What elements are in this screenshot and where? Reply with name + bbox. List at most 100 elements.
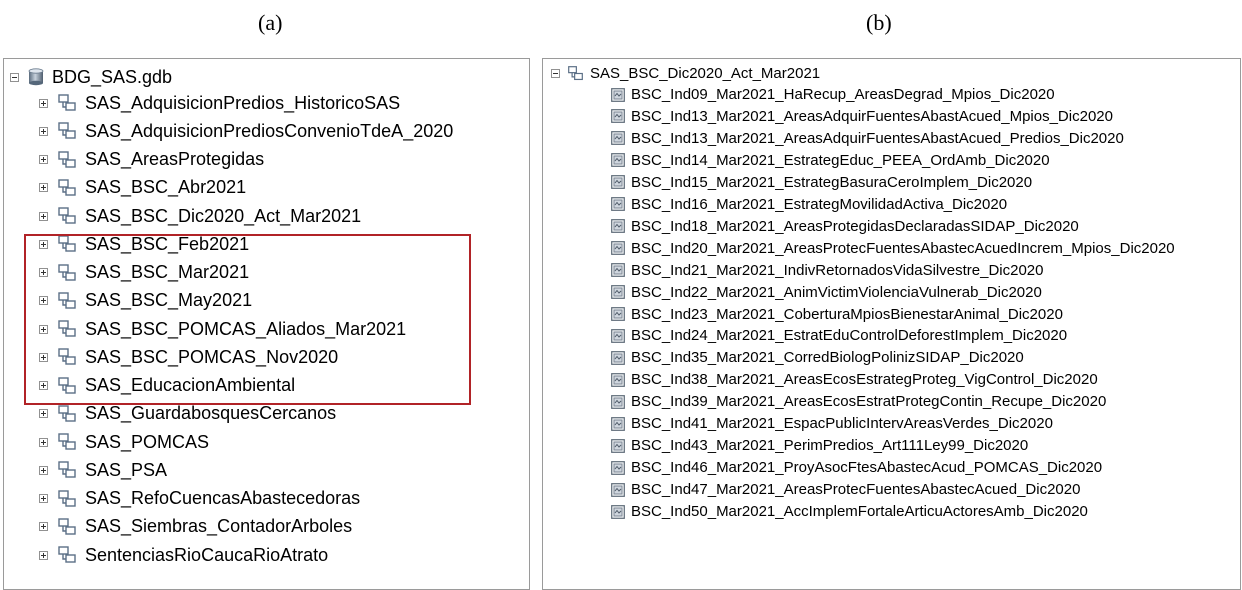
tree-item-dataset[interactable]: SAS_AdquisicionPrediosConvenioTdeA_2020 (39, 118, 453, 144)
expand-icon[interactable] (39, 465, 48, 475)
feature-class-icon (611, 219, 625, 234)
feature-dataset-icon (58, 405, 76, 422)
caption-right: (b) (866, 10, 892, 35)
feature-class-icon (611, 416, 625, 431)
feature-class-label: BSC_Ind47_Mar2021_AreasProtecFuentesAbas… (631, 481, 1081, 499)
feature-dataset-icon (58, 179, 76, 196)
dataset-label: SAS_AreasProtegidas (85, 149, 265, 169)
tree-item-dataset[interactable]: SAS_AdquisicionPredios_HistoricoSAS (39, 90, 400, 116)
feature-class-item[interactable]: BSC_Ind18_Mar2021_AreasProtegidasDeclara… (611, 216, 1079, 237)
feature-dataset-icon (58, 433, 76, 450)
feature-class-label: BSC_Ind39_Mar2021_AreasEcosEstratProtegC… (631, 393, 1107, 411)
feature-class-label: BSC_Ind13_Mar2021_AreasAdquirFuentesAbas… (631, 107, 1113, 125)
feature-class-item[interactable]: BSC_Ind46_Mar2021_ProyAsocFtesAbastecAcu… (611, 457, 1102, 478)
tree-item-dataset[interactable]: SAS_BSC_Abr2021 (39, 175, 246, 201)
feature-class-label: BSC_Ind23_Mar2021_CoberturaMpiosBienesta… (631, 305, 1063, 323)
feature-dataset-icon (58, 150, 76, 168)
feature-class-icon (611, 460, 625, 475)
feature-class-item[interactable]: BSC_Ind20_Mar2021_AreasProtecFuentesAbas… (611, 238, 1175, 259)
feature-class-label: BSC_Ind16_Mar2021_EstrategMovilidadActiv… (631, 195, 1008, 213)
tree-item-dataset[interactable]: SAS_RefoCuencasAbastecedoras (39, 486, 360, 512)
feature-dataset-icon (58, 207, 76, 224)
tree-item-dataset[interactable]: SAS_AreasProtegidas (39, 147, 264, 173)
feature-class-item[interactable]: BSC_Ind21_Mar2021_IndivRetornadosVidaSil… (611, 260, 1044, 281)
tree-item-dataset[interactable]: SAS_Siembras_ContadorArboles (39, 514, 352, 540)
feature-class-label: BSC_Ind43_Mar2021_PerimPredios_Art111Ley… (631, 437, 1029, 455)
feature-class-item[interactable]: BSC_Ind15_Mar2021_EstrategBasuraCeroImpl… (611, 172, 1032, 193)
feature-class-item[interactable]: BSC_Ind23_Mar2021_CoberturaMpiosBienesta… (611, 304, 1063, 325)
feature-class-item[interactable]: BSC_Ind24_Mar2021_EstratEduControlDefore… (611, 325, 1067, 346)
feature-class-item[interactable]: BSC_Ind22_Mar2021_AnimVictimViolenciaVul… (611, 282, 1042, 303)
feature-class-item[interactable]: BSC_Ind13_Mar2021_AreasAdquirFuentesAbas… (611, 128, 1124, 149)
feature-class-icon (611, 394, 625, 409)
feature-class-icon (611, 175, 625, 190)
feature-dataset-icon (58, 489, 76, 507)
dataset-label: SAS_PSA (85, 459, 168, 480)
feature-class-icon (611, 263, 625, 277)
feature-class-item[interactable]: BSC_Ind35_Mar2021_CorredBiologPolinizSID… (611, 347, 1024, 368)
feature-class-icon (611, 153, 625, 168)
collapse-icon[interactable] (10, 72, 19, 82)
selection-highlight-box (24, 234, 471, 405)
feature-class-icon (611, 307, 625, 321)
feature-class-icon (611, 372, 625, 387)
tree-root-geodatabase[interactable]: BDG_SAS.gdb (10, 64, 172, 90)
feature-dataset-icon (568, 66, 583, 81)
expand-icon[interactable] (39, 550, 48, 560)
dataset-label: SAS_GuardabosquesCercanos (85, 403, 337, 424)
tree-item-dataset[interactable]: SAS_PSA (39, 457, 167, 483)
expand-icon[interactable] (39, 155, 48, 164)
feature-class-item[interactable]: BSC_Ind43_Mar2021_PerimPredios_Art111Ley… (611, 435, 1028, 456)
tree-item-dataset[interactable]: SAS_POMCAS (39, 429, 209, 455)
feature-class-item[interactable]: BSC_Ind14_Mar2021_EstrategEduc_PEEA_OrdA… (611, 150, 1050, 171)
feature-class-icon (611, 109, 625, 124)
dataset-detail-header[interactable]: SAS_BSC_Dic2020_Act_Mar2021 (551, 63, 820, 84)
dataset-label: SAS_POMCAS (85, 431, 210, 452)
feature-class-item[interactable]: BSC_Ind09_Mar2021_HaRecup_AreasDegrad_Mp… (611, 84, 1055, 105)
feature-class-item[interactable]: BSC_Ind47_Mar2021_AreasProtecFuentesAbas… (611, 479, 1080, 500)
feature-dataset-icon (58, 94, 76, 111)
geodatabase-icon (28, 68, 44, 86)
dataset-label: SAS_AdquisicionPredios_HistoricoSAS (85, 92, 401, 113)
feature-class-label: BSC_Ind35_Mar2021_CorredBiologPolinizSID… (631, 349, 1024, 367)
dataset-detail-name: SAS_BSC_Dic2020_Act_Mar2021 (590, 65, 821, 82)
feature-class-label: BSC_Ind20_Mar2021_AreasProtecFuentesAbas… (631, 239, 1175, 257)
tree-item-dataset[interactable]: SentenciasRioCaucaRioAtrato (39, 542, 328, 568)
feature-class-label: BSC_Ind14_Mar2021_EstrategEduc_PEEA_OrdA… (631, 151, 1050, 169)
expand-icon[interactable] (39, 98, 48, 108)
feature-class-item[interactable]: BSC_Ind50_Mar2021_AccImplemFortaleArticu… (611, 501, 1088, 522)
tree-item-dataset[interactable]: SAS_BSC_Dic2020_Act_Mar2021 (39, 203, 361, 229)
dataset-label: SAS_BSC_Abr2021 (85, 177, 247, 198)
feature-class-item[interactable]: BSC_Ind41_Mar2021_EspacPublicIntervAreas… (611, 413, 1053, 434)
expand-icon[interactable] (39, 522, 48, 532)
feature-class-item[interactable]: BSC_Ind38_Mar2021_AreasEcosEstrategProte… (611, 369, 1098, 390)
dataset-label: SAS_RefoCuencasAbastecedoras (85, 488, 361, 508)
feature-class-label: BSC_Ind46_Mar2021_ProyAsocFtesAbastecAcu… (631, 459, 1103, 477)
collapse-icon[interactable] (551, 69, 560, 78)
feature-class-icon (611, 131, 625, 146)
feature-class-label: BSC_Ind15_Mar2021_EstrategBasuraCeroImpl… (631, 173, 1033, 191)
expand-icon[interactable] (39, 494, 48, 503)
dataset-label: SAS_BSC_Dic2020_Act_Mar2021 (85, 205, 362, 226)
catalog-tree-panel[interactable]: BDG_SAS.gdb SAS_AdquisicionPredios_Histo… (3, 58, 530, 590)
expand-icon[interactable] (39, 437, 48, 447)
expand-icon[interactable] (39, 211, 48, 221)
feature-dataset-icon (58, 122, 76, 139)
feature-class-icon (611, 504, 625, 519)
feature-class-item[interactable]: BSC_Ind39_Mar2021_AreasEcosEstratProtegC… (611, 391, 1106, 412)
feature-class-label: BSC_Ind22_Mar2021_AnimVictimViolenciaVul… (631, 283, 1042, 301)
expand-icon[interactable] (39, 126, 48, 136)
feature-dataset-icon (58, 546, 76, 563)
feature-dataset-icon (58, 518, 76, 535)
expand-icon[interactable] (39, 183, 48, 193)
expand-icon[interactable] (39, 409, 48, 419)
feature-class-icon (611, 241, 625, 256)
feature-class-icon (611, 285, 625, 299)
feature-dataset-icon (58, 461, 76, 478)
feature-class-label: BSC_Ind38_Mar2021_AreasEcosEstrategProte… (631, 371, 1098, 389)
dataset-label: SentenciasRioCaucaRioAtrato (85, 544, 329, 565)
feature-class-icon (611, 197, 625, 212)
feature-class-item[interactable]: BSC_Ind16_Mar2021_EstrategMovilidadActiv… (611, 194, 1007, 215)
feature-class-item[interactable]: BSC_Ind13_Mar2021_AreasAdquirFuentesAbas… (611, 106, 1113, 127)
dataset-detail-panel[interactable]: SAS_BSC_Dic2020_Act_Mar2021 BSC_Ind09_Ma… (542, 58, 1241, 590)
